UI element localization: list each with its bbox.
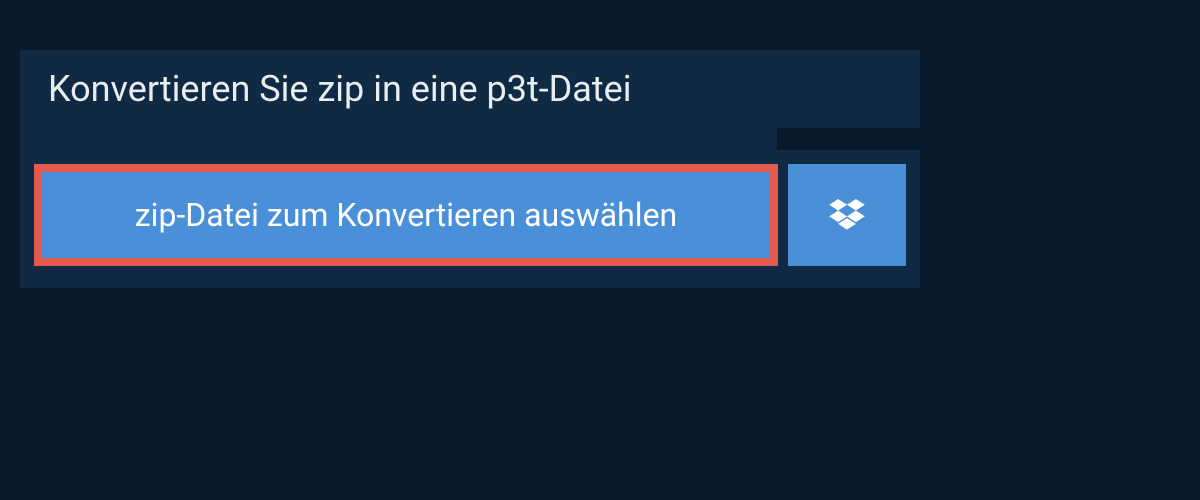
title-bar: Konvertieren Sie zip in eine p3t-Datei (20, 50, 660, 128)
dropbox-icon (829, 199, 865, 231)
select-file-label: zip-Datei zum Konvertieren auswählen (135, 196, 677, 234)
button-row: zip-Datei zum Konvertieren auswählen (20, 150, 920, 288)
dropbox-button[interactable] (788, 164, 906, 266)
page-title: Konvertieren Sie zip in eine p3t-Datei (48, 68, 632, 110)
select-file-button[interactable]: zip-Datei zum Konvertieren auswählen (34, 164, 778, 266)
converter-panel: Konvertieren Sie zip in eine p3t-Datei z… (20, 50, 920, 288)
panel-notch (20, 128, 920, 150)
